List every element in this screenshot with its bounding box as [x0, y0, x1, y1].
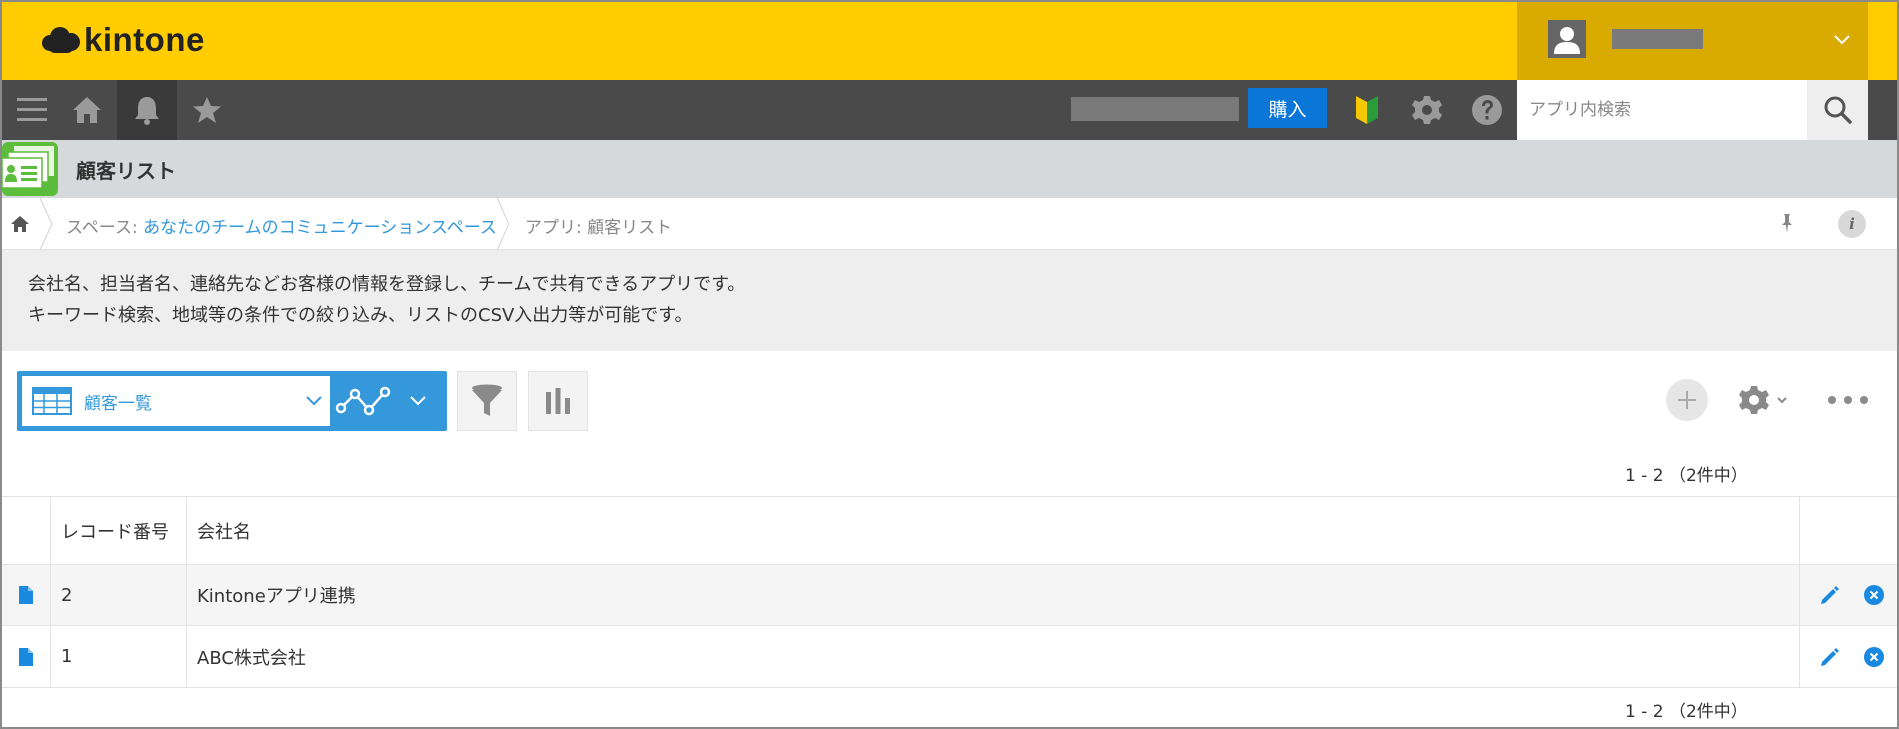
ellipsis-dot — [1860, 396, 1868, 404]
pagination-count-top: 1 - 2 （2件中） — [1625, 466, 1748, 486]
document-icon — [19, 647, 33, 666]
table-row[interactable]: 1 ABC株式会社 — [2, 626, 1897, 688]
pencil-edit-icon[interactable] — [1819, 646, 1841, 668]
user-name-redacted — [1612, 29, 1703, 49]
app-search-input[interactable] — [1517, 80, 1807, 140]
description-line: キーワード検索、地域等の条件での絞り込み、リストのCSV入出力等が可能です。 — [28, 305, 693, 326]
delete-record-icon[interactable] — [1864, 646, 1884, 667]
app-settings-button[interactable] — [1738, 382, 1794, 418]
bar-chart-icon — [546, 388, 570, 414]
notification-button[interactable] — [117, 80, 177, 140]
avatar — [1548, 20, 1586, 58]
add-record-button[interactable] — [1666, 379, 1708, 421]
user-menu[interactable] — [1517, 2, 1868, 80]
buy-button[interactable]: 購入 — [1248, 88, 1327, 128]
record-table: レコード番号 会社名 2 Kintoneアプリ連携 1 ABC株式会社 — [2, 496, 1897, 688]
star-icon — [193, 97, 221, 123]
view-select-dropdown[interactable]: 顧客一覧 — [22, 376, 330, 426]
table-view-icon — [32, 387, 72, 415]
description-line: 会社名、担当者名、連絡先などお客様の情報を登録し、チームで共有できるアプリです。 — [28, 274, 746, 295]
app-title: 顧客リスト — [76, 159, 176, 183]
record-detail-link[interactable] — [2, 565, 51, 625]
filter-funnel-icon — [472, 384, 502, 416]
filter-button[interactable] — [457, 371, 517, 431]
redacted-info-bar — [1071, 97, 1239, 121]
close-icon — [1869, 652, 1879, 661]
row-actions — [1800, 565, 1897, 625]
breadcrumb-space[interactable]: スペース: あなたのチームのコミュニケーションスペース — [66, 213, 497, 238]
breadcrumb: スペース: あなたのチームのコミュニケーションスペース アプリ: 顧客リスト i — [2, 198, 1897, 250]
graph-view-dropdown[interactable] — [335, 376, 447, 426]
table-row[interactable]: 2 Kintoneアプリ連携 — [2, 565, 1897, 626]
plus-icon — [1678, 391, 1696, 409]
app-description: 会社名、担当者名、連絡先などお客様の情報を登録し、チームで共有できるアプリです。… — [2, 250, 1897, 351]
record-number-cell: 2 — [51, 565, 187, 625]
column-header-record-number[interactable]: レコード番号 — [51, 497, 187, 564]
close-icon — [1869, 590, 1879, 600]
home-icon — [73, 97, 101, 123]
settings-button[interactable] — [1397, 80, 1457, 140]
pencil-edit-icon[interactable] — [1819, 584, 1841, 606]
pin-icon[interactable] — [1776, 212, 1798, 234]
breadcrumb-separator — [39, 198, 53, 250]
kintone-logo[interactable]: kintone — [40, 20, 205, 60]
customer-list-app-icon — [2, 142, 58, 196]
menu-button[interactable] — [2, 80, 62, 140]
search-button[interactable] — [1807, 80, 1868, 140]
chevron-down-icon — [410, 396, 426, 406]
hamburger-menu-icon — [17, 98, 47, 121]
table-header-row: レコード番号 会社名 — [2, 497, 1897, 565]
record-detail-link[interactable] — [2, 626, 51, 687]
document-icon — [19, 586, 33, 604]
delete-record-icon[interactable] — [1864, 585, 1884, 605]
cloud-logo-icon — [40, 25, 80, 55]
beginner-guide-button[interactable] — [1337, 80, 1397, 140]
user-icon — [1554, 27, 1580, 54]
record-number-cell: 1 — [51, 626, 187, 687]
info-icon[interactable]: i — [1838, 210, 1866, 238]
bell-icon — [135, 97, 159, 125]
app-title-bar: 顧客リスト — [2, 140, 1897, 198]
company-name-cell: Kintoneアプリ連携 — [187, 565, 1800, 625]
more-options-button[interactable] — [1828, 388, 1868, 412]
gear-icon — [1412, 96, 1442, 124]
home-icon[interactable] — [10, 214, 30, 234]
view-selector-group: 顧客一覧 — [17, 371, 447, 431]
beginner-mark-icon — [1356, 96, 1378, 124]
row-actions — [1800, 626, 1897, 687]
breadcrumb-space-prefix: スペース: — [66, 218, 144, 238]
header-cell-empty — [2, 497, 51, 564]
header-cell-actions — [1800, 497, 1897, 564]
chevron-down-icon[interactable] — [1833, 30, 1851, 48]
ellipsis-dot — [1844, 396, 1852, 404]
help-button[interactable] — [1457, 80, 1517, 140]
home-button[interactable] — [57, 80, 117, 140]
app-window: kintone 購入 アプリ内検索 顧客リスト スペース: あなたのチームのコミ… — [0, 0, 1899, 729]
global-header: kintone — [2, 2, 1897, 80]
graph-button[interactable] — [528, 371, 588, 431]
graph-line-icon — [335, 386, 391, 416]
search-icon — [1824, 96, 1852, 124]
chevron-down-icon — [306, 396, 322, 406]
ellipsis-dot — [1828, 396, 1836, 404]
global-toolbar: 購入 — [2, 80, 1897, 140]
breadcrumb-separator — [496, 198, 510, 250]
column-header-company-name[interactable]: 会社名 — [187, 497, 1800, 564]
logo-text: kintone — [84, 21, 205, 58]
breadcrumb-space-link[interactable]: あなたのチームのコミュニケーションスペース — [143, 218, 497, 238]
selected-view-label: 顧客一覧 — [84, 393, 152, 414]
breadcrumb-app: アプリ: 顧客リスト — [525, 218, 673, 238]
favorite-button[interactable] — [177, 80, 237, 140]
gear-icon — [1739, 386, 1769, 414]
pagination-count-bottom: 1 - 2 （2件中） — [1625, 702, 1748, 722]
help-icon — [1472, 95, 1502, 125]
company-name-cell: ABC株式会社 — [187, 626, 1800, 687]
caret-down-icon — [1777, 397, 1787, 404]
